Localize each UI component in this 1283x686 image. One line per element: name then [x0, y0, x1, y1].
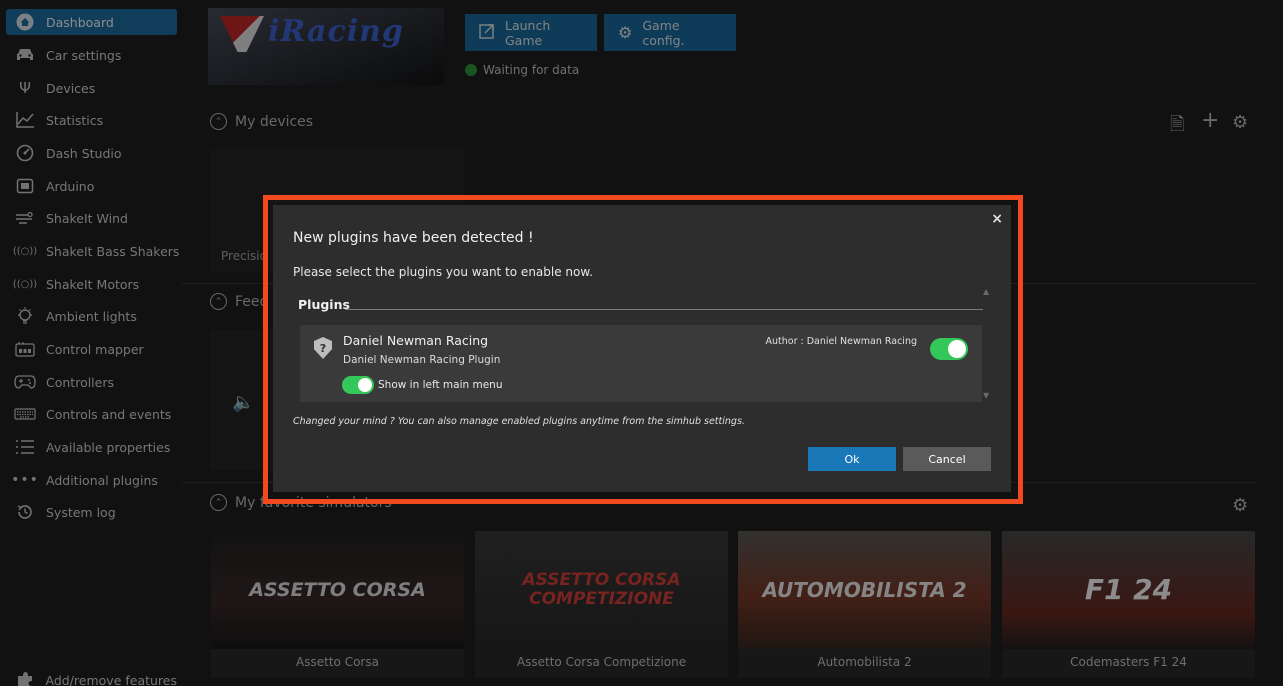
close-icon[interactable]: × [991, 211, 1003, 227]
dialog-title: New plugins have been detected ! [293, 230, 534, 246]
show-in-menu-label: Show in left main menu [378, 379, 503, 391]
dialog-subtitle: Please select the plugins you want to en… [293, 265, 593, 279]
plugin-author: Author : Daniel Newman Racing [765, 336, 918, 347]
dialog-hint: Changed your mind ? You can also manage … [293, 416, 745, 427]
new-plugins-dialog: × New plugins have been detected ! Pleas… [273, 205, 1011, 492]
plugin-name: Daniel Newman Racing [343, 333, 489, 348]
shield-question-icon: ? [314, 337, 332, 359]
toggle-knob [358, 378, 372, 392]
scroll-down-icon[interactable]: ▼ [983, 391, 989, 400]
cancel-button[interactable]: Cancel [903, 447, 991, 471]
toggle-knob [948, 340, 966, 358]
plugin-row: ? Daniel Newman Racing Daniel Newman Rac… [300, 325, 982, 402]
plugin-enable-toggle[interactable] [930, 338, 968, 360]
ok-button[interactable]: Ok [808, 447, 896, 471]
group-divider [345, 309, 983, 310]
plugins-group-title: Plugins [298, 297, 350, 312]
plugin-description: Daniel Newman Racing Plugin [343, 354, 501, 366]
scroll-up-icon[interactable]: ▲ [983, 287, 989, 296]
simhub-window: Dashboard Car settings Ψ Devices Statist… [0, 0, 1283, 686]
show-in-menu-toggle[interactable] [342, 376, 374, 394]
